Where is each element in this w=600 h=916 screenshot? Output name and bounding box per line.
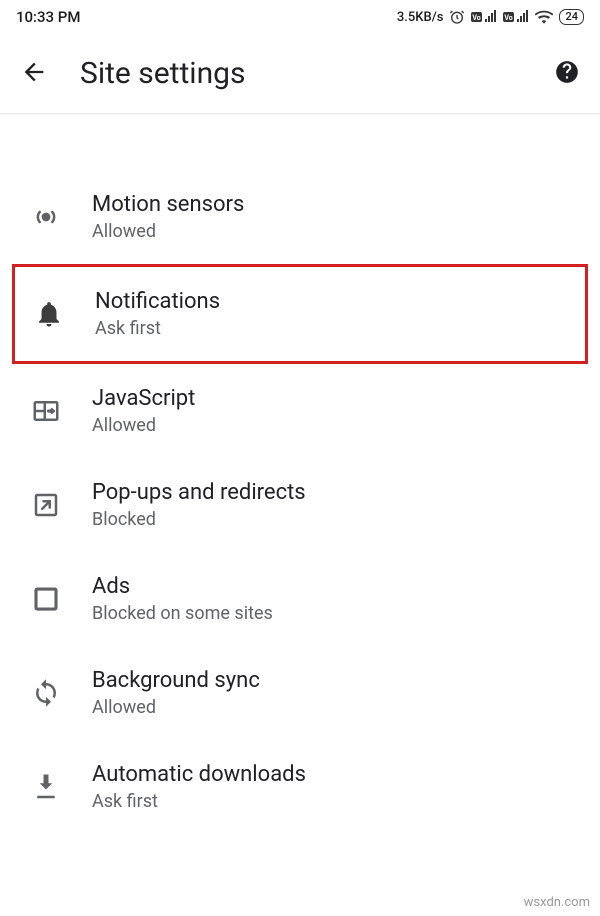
setting-status: Ask first <box>95 318 577 339</box>
download-icon <box>31 772 61 802</box>
back-arrow-icon <box>20 58 48 86</box>
alarm-icon <box>449 9 465 25</box>
help-button[interactable] <box>554 59 580 89</box>
setting-status: Ask first <box>92 791 580 812</box>
setting-status: Allowed <box>92 697 580 718</box>
status-bar: 10:33 PM 3.5KB/s Vo Vo 24 <box>0 0 600 34</box>
setting-javascript[interactable]: JavaScript Allowed <box>0 364 600 458</box>
status-network-speed: 3.5KB/s <box>397 10 444 25</box>
setting-label: Background sync <box>92 668 580 693</box>
volte-signal-icon: Vo <box>471 10 497 24</box>
wifi-icon <box>535 10 553 24</box>
page-title: Site settings <box>80 56 522 91</box>
help-icon <box>554 59 580 85</box>
status-time: 10:33 PM <box>16 8 80 26</box>
partial-row: Ask first <box>112 116 600 130</box>
svg-text:Vo: Vo <box>505 14 513 22</box>
app-bar: Site settings <box>0 34 600 114</box>
setting-notifications[interactable]: Notifications Ask first <box>12 264 588 364</box>
battery-indicator: 24 <box>559 9 584 25</box>
setting-status: Allowed <box>92 415 580 436</box>
setting-status: Blocked on some sites <box>92 603 580 624</box>
popup-icon <box>31 490 61 520</box>
setting-label: Motion sensors <box>92 192 580 217</box>
bell-icon <box>34 299 64 329</box>
setting-status: Blocked <box>92 509 580 530</box>
setting-motion-sensors[interactable]: Motion sensors Allowed <box>0 170 600 264</box>
setting-ads[interactable]: Ads Blocked on some sites <box>0 552 600 646</box>
setting-status: Allowed <box>92 221 580 242</box>
back-button[interactable] <box>20 58 48 90</box>
setting-automatic-downloads[interactable]: Automatic downloads Ask first <box>0 740 600 834</box>
sync-icon <box>31 678 61 708</box>
setting-label: Pop-ups and redirects <box>92 480 580 505</box>
motion-icon <box>31 202 61 232</box>
setting-popups[interactable]: Pop-ups and redirects Blocked <box>0 458 600 552</box>
setting-label: Notifications <box>95 289 577 314</box>
svg-text:Vo: Vo <box>473 14 481 22</box>
setting-label: Ads <box>92 574 580 599</box>
volte-signal-icon-2: Vo <box>503 10 529 24</box>
setting-label: JavaScript <box>92 386 580 411</box>
settings-list: Motion sensors Allowed Notifications Ask… <box>0 170 600 834</box>
setting-background-sync[interactable]: Background sync Allowed <box>0 646 600 740</box>
javascript-icon <box>31 396 61 426</box>
watermark: wsxdn.com <box>524 895 590 910</box>
ads-icon <box>31 584 61 614</box>
setting-label: Automatic downloads <box>92 762 580 787</box>
